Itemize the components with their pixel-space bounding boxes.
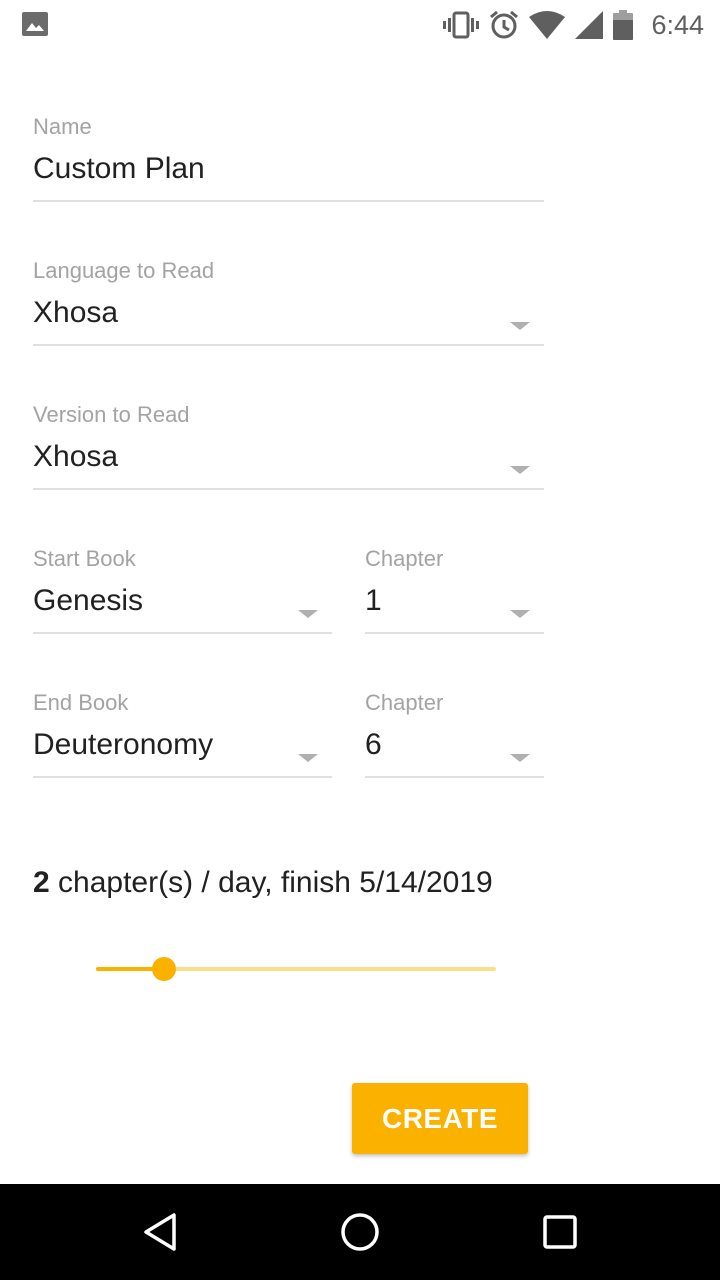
wifi-icon [529,11,566,39]
name-input[interactable]: Custom Plan [33,152,205,186]
alarm-icon [489,10,519,40]
dropdown-arrow-icon[interactable] [510,610,530,618]
navigation-bar [0,1184,720,1280]
dropdown-arrow-icon[interactable] [298,754,318,762]
home-icon[interactable] [340,1212,380,1252]
end-book-label: End Book [33,690,129,715]
create-button[interactable]: CREATE [352,1083,528,1154]
language-label: Language to Read [33,258,215,283]
slider-thumb[interactable] [152,957,176,981]
language-value[interactable]: Xhosa [33,296,118,330]
name-underline [33,200,544,202]
start-chapter-underline [365,632,544,634]
back-icon[interactable] [140,1212,180,1252]
start-chapter-label: Chapter [365,546,444,571]
vibrate-icon [443,11,480,39]
recents-icon[interactable] [540,1212,580,1252]
start-chapter-value[interactable]: 1 [365,584,382,618]
image-icon [22,12,48,36]
end-chapter-underline [365,776,544,778]
end-chapter-value[interactable]: 6 [365,728,382,762]
end-book-value[interactable]: Deuteronomy [33,728,213,762]
start-book-label: Start Book [33,546,136,571]
chapters-per-day-count: 2 [33,866,50,899]
battery-icon [613,10,634,40]
version-underline [33,488,544,490]
status-bar: 6:44 [0,0,720,50]
end-book-underline [33,776,332,778]
version-value[interactable]: Xhosa [33,440,118,474]
chapters-slider[interactable] [96,952,496,986]
start-book-underline [33,632,332,634]
reading-summary: 2 chapter(s) / day, finish 5/14/2019 [33,866,493,900]
start-book-value[interactable]: Genesis [33,584,143,618]
dropdown-arrow-icon[interactable] [510,322,530,330]
signal-icon [575,11,604,39]
clock-time: 6:44 [651,9,704,40]
summary-text: chapter(s) / day, finish 5/14/2019 [49,866,493,899]
dropdown-arrow-icon[interactable] [510,754,530,762]
name-label: Name [33,114,92,139]
end-chapter-label: Chapter [365,690,444,715]
dropdown-arrow-icon[interactable] [298,610,318,618]
version-label: Version to Read [33,402,190,427]
dropdown-arrow-icon[interactable] [510,466,530,474]
language-underline [33,344,544,346]
